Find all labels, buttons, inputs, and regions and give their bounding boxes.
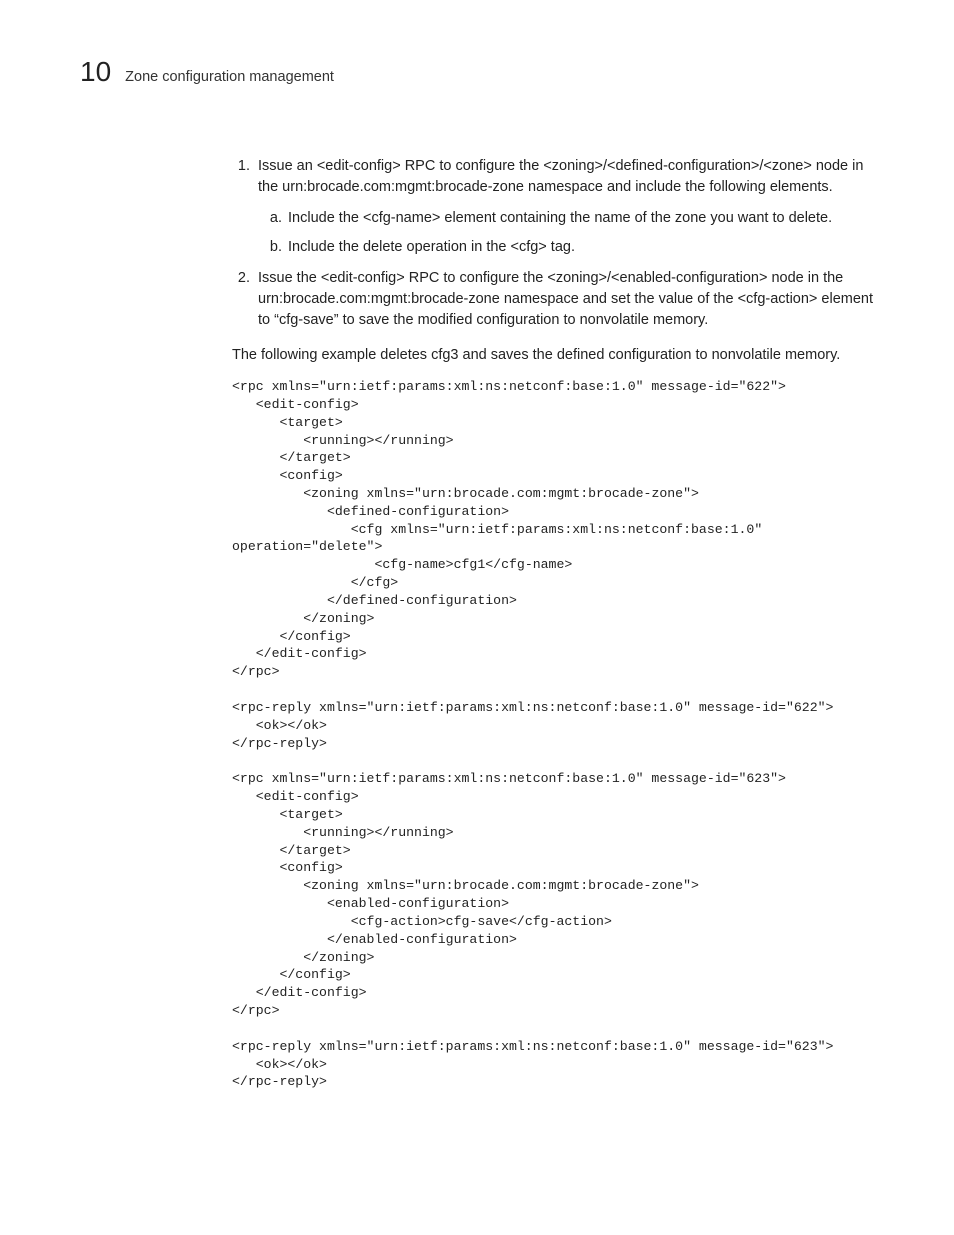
code-block-3: <rpc xmlns="urn:ietf:params:xml:ns:netco…	[232, 770, 882, 1019]
page-header: 10 Zone configuration management	[80, 58, 882, 86]
step-1: Issue an <edit-config> RPC to configure …	[254, 156, 882, 258]
page-number: 10	[80, 58, 111, 86]
step-1-substeps: Include the <cfg-name> element containin…	[258, 208, 882, 258]
code-block-4: <rpc-reply xmlns="urn:ietf:params:xml:ns…	[232, 1038, 882, 1091]
step-2: Issue the <edit-config> RPC to configure…	[254, 268, 882, 331]
code-block-2: <rpc-reply xmlns="urn:ietf:params:xml:ns…	[232, 699, 882, 752]
page: 10 Zone configuration management Issue a…	[0, 0, 954, 1169]
example-intro: The following example deletes cfg3 and s…	[232, 345, 882, 366]
code-block-1: <rpc xmlns="urn:ietf:params:xml:ns:netco…	[232, 378, 882, 681]
step-1b: Include the delete operation in the <cfg…	[286, 237, 882, 258]
steps-list: Issue an <edit-config> RPC to configure …	[232, 156, 882, 331]
page-content: Issue an <edit-config> RPC to configure …	[232, 156, 882, 1091]
step-1a: Include the <cfg-name> element containin…	[286, 208, 882, 229]
header-title: Zone configuration management	[125, 69, 334, 85]
step-1-text: Issue an <edit-config> RPC to configure …	[258, 158, 863, 195]
